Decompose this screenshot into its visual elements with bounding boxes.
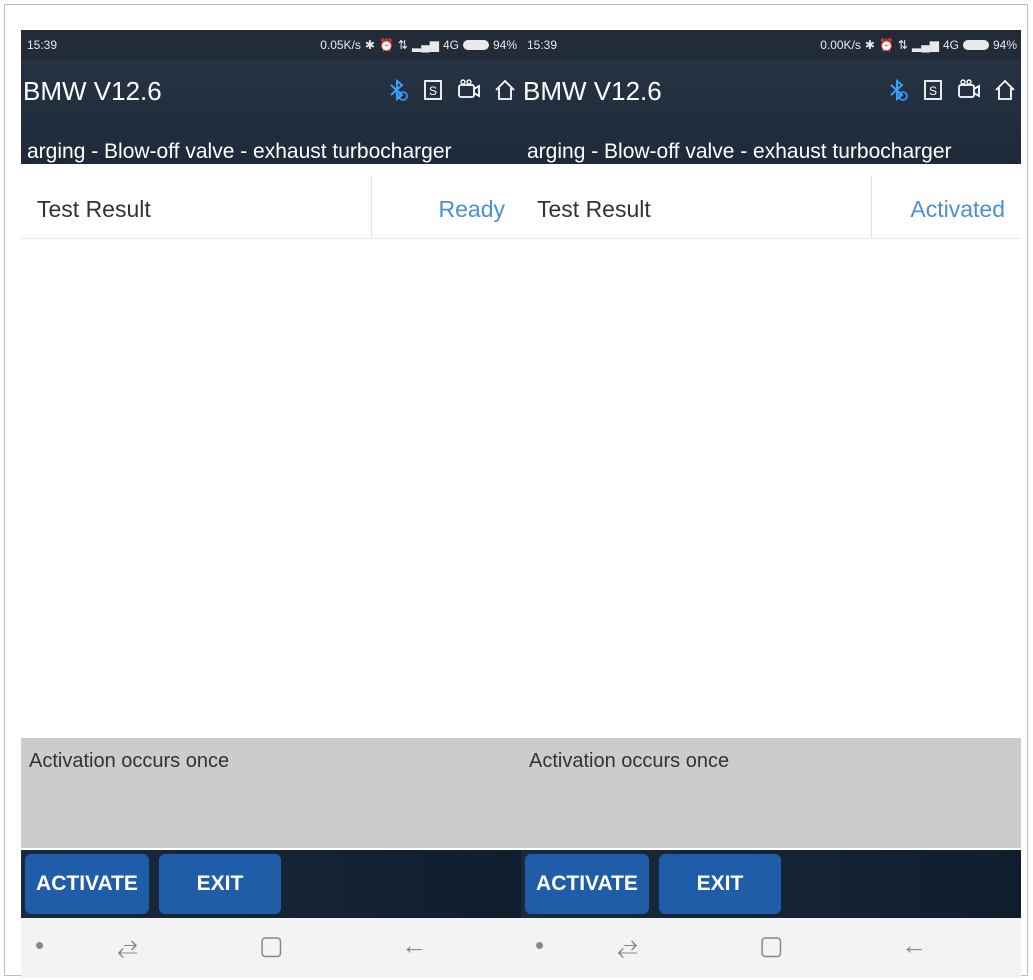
svg-text:S: S [929, 84, 937, 98]
status-bar: 15:39 0.05K/s ✱ ⏰ ⇅ ▂▄▆ 4G 94% [21, 30, 521, 60]
header-icons: S [885, 78, 1017, 102]
test-result-label: Test Result [37, 196, 151, 222]
home-icon[interactable]: ▢ [759, 930, 784, 960]
status-network: 4G [442, 38, 459, 52]
signal-icon: ▂▄▆ [411, 38, 439, 52]
info-panel: Activation occurs once [21, 738, 521, 848]
back-icon[interactable]: ← [401, 930, 427, 960]
column-divider [371, 176, 372, 238]
menu-icon[interactable]: ⥄ [117, 930, 138, 960]
dot-icon[interactable]: • [35, 930, 44, 960]
status-speed: 0.00K/s [820, 38, 861, 52]
test-result-label: Test Result [537, 196, 651, 222]
data-transfer-icon: ⇅ [897, 38, 908, 52]
bluetooth-icon[interactable] [385, 78, 409, 102]
bluetooth-icon: ✱ [364, 38, 375, 52]
screenshot-icon[interactable]: S [421, 78, 445, 102]
column-divider [871, 176, 872, 238]
button-bar: ACTIVATE EXIT [521, 850, 1021, 918]
info-note: Activation occurs once [529, 750, 730, 772]
bluetooth-icon[interactable] [885, 78, 909, 102]
test-result-row: Test Result Ready [21, 176, 521, 239]
header-icons: S [385, 78, 517, 102]
signal-icon: ▂▄▆ [911, 38, 939, 52]
status-info: 0.00K/s ✱ ⏰ ⇅ ▂▄▆ 4G 94% [820, 38, 1017, 52]
status-network: 4G [942, 38, 959, 52]
app-header: BMW V12.6 S arging - Blow-off valve - ex… [21, 60, 521, 164]
status-battery: 94% [992, 38, 1017, 52]
procedure-subtitle: arging - Blow-off valve - exhaust turboc… [27, 140, 452, 163]
home-icon[interactable] [493, 78, 517, 102]
activate-button[interactable]: ACTIVATE [25, 854, 149, 914]
test-result-value: Ready [438, 196, 505, 222]
app-title: BMW V12.6 [523, 76, 662, 106]
app-header: BMW V12.6 S arging - Blow-off valve - ex… [521, 60, 1021, 164]
video-record-icon[interactable] [957, 78, 981, 102]
back-icon[interactable]: ← [901, 930, 927, 960]
battery-icon [962, 40, 989, 50]
app-title: BMW V12.6 [23, 76, 162, 106]
activate-button[interactable]: ACTIVATE [525, 854, 649, 914]
info-panel: Activation occurs once [521, 738, 1021, 848]
data-transfer-icon: ⇅ [397, 38, 408, 52]
svg-text:S: S [429, 84, 437, 98]
video-record-icon[interactable] [457, 78, 481, 102]
status-time: 15:39 [27, 38, 58, 52]
home-icon[interactable]: ▢ [259, 930, 284, 960]
phone-screen-left: 15:39 0.05K/s ✱ ⏰ ⇅ ▂▄▆ 4G 94% BMW V12.6… [21, 30, 521, 978]
test-result-value: Activated [910, 196, 1005, 222]
bluetooth-icon: ✱ [864, 38, 875, 52]
procedure-subtitle: arging - Blow-off valve - exhaust turboc… [527, 140, 952, 163]
menu-icon[interactable]: ⥄ [617, 930, 638, 960]
status-speed: 0.05K/s [320, 38, 361, 52]
alarm-icon: ⏰ [378, 38, 394, 52]
home-icon[interactable] [993, 78, 1017, 102]
status-info: 0.05K/s ✱ ⏰ ⇅ ▂▄▆ 4G 94% [320, 38, 517, 52]
phone-screen-right: 15:39 0.00K/s ✱ ⏰ ⇅ ▂▄▆ 4G 94% BMW V12.6… [521, 30, 1021, 978]
screenshot-icon[interactable]: S [921, 78, 945, 102]
exit-button[interactable]: EXIT [659, 854, 781, 914]
status-time: 15:39 [527, 38, 558, 52]
test-result-row: Test Result Activated [521, 176, 1021, 239]
status-battery: 94% [492, 38, 517, 52]
dot-icon[interactable]: • [535, 930, 544, 960]
status-bar: 15:39 0.00K/s ✱ ⏰ ⇅ ▂▄▆ 4G 94% [521, 30, 1021, 60]
alarm-icon: ⏰ [878, 38, 894, 52]
exit-button[interactable]: EXIT [159, 854, 281, 914]
button-bar: ACTIVATE EXIT [21, 850, 521, 918]
info-note: Activation occurs once [29, 750, 230, 772]
battery-icon [462, 40, 489, 50]
android-nav-bar: • ⥄ ▢ ← [521, 918, 1021, 978]
android-nav-bar: • ⥄ ▢ ← [21, 918, 521, 978]
